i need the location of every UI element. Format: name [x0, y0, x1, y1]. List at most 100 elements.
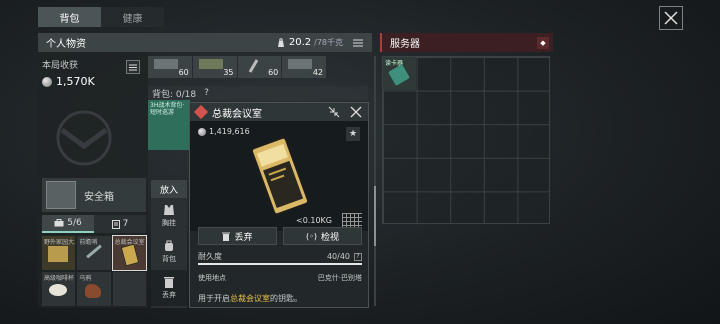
income-list-button[interactable] [126, 60, 140, 74]
item-description: 用于开启总裁会议室的钥匙。 [198, 293, 302, 304]
weight-icon [277, 37, 284, 47]
durability-value: 40/40 [326, 252, 350, 261]
slot-tab-briefcase[interactable]: 5/6 [42, 215, 94, 233]
durability-label: 耐久度 [198, 252, 222, 261]
discard-button-label: 丢弃 [234, 232, 253, 243]
item-name: 总裁会议室 [212, 108, 262, 120]
close-button[interactable] [659, 6, 683, 30]
item-detail-header: 总裁会议室 [190, 103, 368, 121]
bag-capacity: 背包: 0/18 ? [148, 86, 368, 100]
put-in-header: 放入 [151, 180, 187, 198]
personal-items-header: 个人物资 20.2 /78千克 [38, 33, 372, 52]
ammo-box-icon [288, 59, 313, 69]
grid-size-icon [342, 213, 362, 227]
pin-icon[interactable]: ◆ [537, 36, 549, 49]
collapse-icon[interactable] [328, 106, 340, 118]
item-price-value: 1,419,616 [209, 127, 250, 136]
ammo-box-icon [198, 59, 223, 69]
put-in-panel: 放入 胸挂 背包 丢弃 [151, 180, 187, 308]
item-label: 乌鸦 [79, 275, 92, 282]
coin-icon [198, 127, 206, 136]
location-value: 巴克什·巴别塔 [317, 274, 362, 282]
income-value: 1,570K [56, 75, 95, 88]
scrollbar-thumb[interactable] [374, 186, 376, 246]
item-label: 高级咖啡杯 [44, 275, 75, 282]
document-icon [111, 219, 120, 229]
income-value-row: 1,570K [42, 75, 95, 88]
tab-backpack[interactable]: 背包 [38, 7, 101, 27]
location-row: 使用地点 巴克什·巴别塔 [198, 273, 362, 283]
income-section: 本局收获 1,570K [42, 58, 95, 88]
put-in-backpack-button[interactable]: 背包 [151, 234, 187, 270]
item-label: 野外家园大... [44, 239, 76, 246]
top-tabs: 背包 健康 [38, 7, 164, 27]
bag-capacity-label: 背包: 0/18 [152, 89, 197, 100]
trash-icon [164, 277, 174, 288]
key-icon [86, 244, 103, 259]
keycard-image [250, 136, 310, 216]
safe-box[interactable]: 安全箱 [42, 178, 146, 212]
backpack-item-label: 3H战术背包·短时巡游 [150, 102, 185, 116]
discard-button[interactable]: 丢弃 [198, 227, 277, 245]
list-item[interactable]: 35 [192, 56, 237, 78]
item-count: 42 [312, 68, 323, 77]
item-action-buttons: 丢弃 (◦) 检视 [198, 227, 362, 245]
rarity-diamond-icon [193, 104, 209, 120]
backpack-label: 背包 [162, 255, 176, 263]
location-label: 使用地点 [198, 274, 226, 282]
popup-controls [328, 106, 362, 118]
ammo-box-icon [154, 59, 178, 69]
slot-tab-document[interactable]: 7 [94, 215, 146, 233]
server-title: 服务器 [390, 39, 420, 50]
desc-highlight: 总裁会议室 [230, 294, 270, 303]
close-icon[interactable] [350, 106, 362, 118]
inspect-icon: (◦) [306, 231, 317, 241]
crow-icon [85, 284, 102, 298]
slot-tabs: 5/6 7 [42, 215, 146, 233]
syringe-icon [248, 59, 258, 73]
list-item[interactable]: 总裁会议室 [111, 235, 147, 271]
income-label: 本局收获 [42, 61, 79, 71]
list-item[interactable]: 42 [282, 56, 326, 78]
coin-icon [42, 76, 52, 87]
slot-tab-briefcase-count: 5/6 [67, 218, 82, 228]
weight-current: 20.2 [288, 37, 312, 48]
list-item[interactable]: 高级咖啡杯 [42, 272, 76, 306]
list-item[interactable]: 60 [148, 56, 192, 78]
tab-health[interactable]: 健康 [101, 7, 164, 27]
key-item-grid: 野外家园大... 前瞻哨 总裁会议室 高级咖啡杯 乌鸦 [42, 235, 147, 306]
list-icon [129, 64, 137, 70]
list-item[interactable]: 野外家园大... [42, 236, 76, 270]
backpack-icon [165, 240, 173, 251]
list-item[interactable]: 前瞻哨 [77, 236, 111, 270]
briefcase-icon [54, 219, 64, 227]
durability-help-icon[interactable]: ? [354, 252, 362, 261]
trash-icon [222, 232, 231, 241]
bag-help-icon[interactable]: ? [204, 88, 209, 98]
card-reader-item[interactable]: 读卡器 [383, 57, 416, 90]
backpack-item[interactable]: 3H战术背包·短时巡游 [148, 100, 190, 150]
discard-action-button[interactable]: 丢弃 [151, 270, 187, 306]
item-price: 1,419,616 [198, 127, 250, 136]
inventory-scrollbar[interactable] [374, 56, 376, 306]
put-in-vest-button[interactable]: 胸挂 [151, 198, 187, 234]
durability-fill [198, 263, 362, 265]
item-count: 60 [178, 68, 189, 77]
ammo-strip: 60 35 60 42 [148, 56, 326, 78]
coffee-cup-icon [49, 284, 67, 296]
durability-bar [198, 263, 362, 265]
list-item[interactable]: 乌鸦 [77, 272, 111, 306]
discard-label: 丢弃 [162, 291, 176, 299]
weight-display: 20.2 /78千克 [276, 37, 364, 49]
durability-row: 耐久度 40/40 ? [198, 251, 362, 262]
list-item[interactable]: 60 [237, 56, 282, 78]
list-view-button[interactable] [352, 37, 364, 49]
key-card-icon [120, 243, 140, 267]
favorite-button[interactable]: ★ [346, 127, 360, 141]
list-item[interactable] [112, 272, 146, 306]
inspect-button[interactable]: (◦) 检视 [283, 227, 362, 245]
inspect-button-label: 检视 [320, 232, 339, 243]
item-count: 60 [268, 68, 279, 77]
vest-label: 胸挂 [162, 219, 176, 227]
item-weight: <0.10KG [296, 216, 332, 225]
